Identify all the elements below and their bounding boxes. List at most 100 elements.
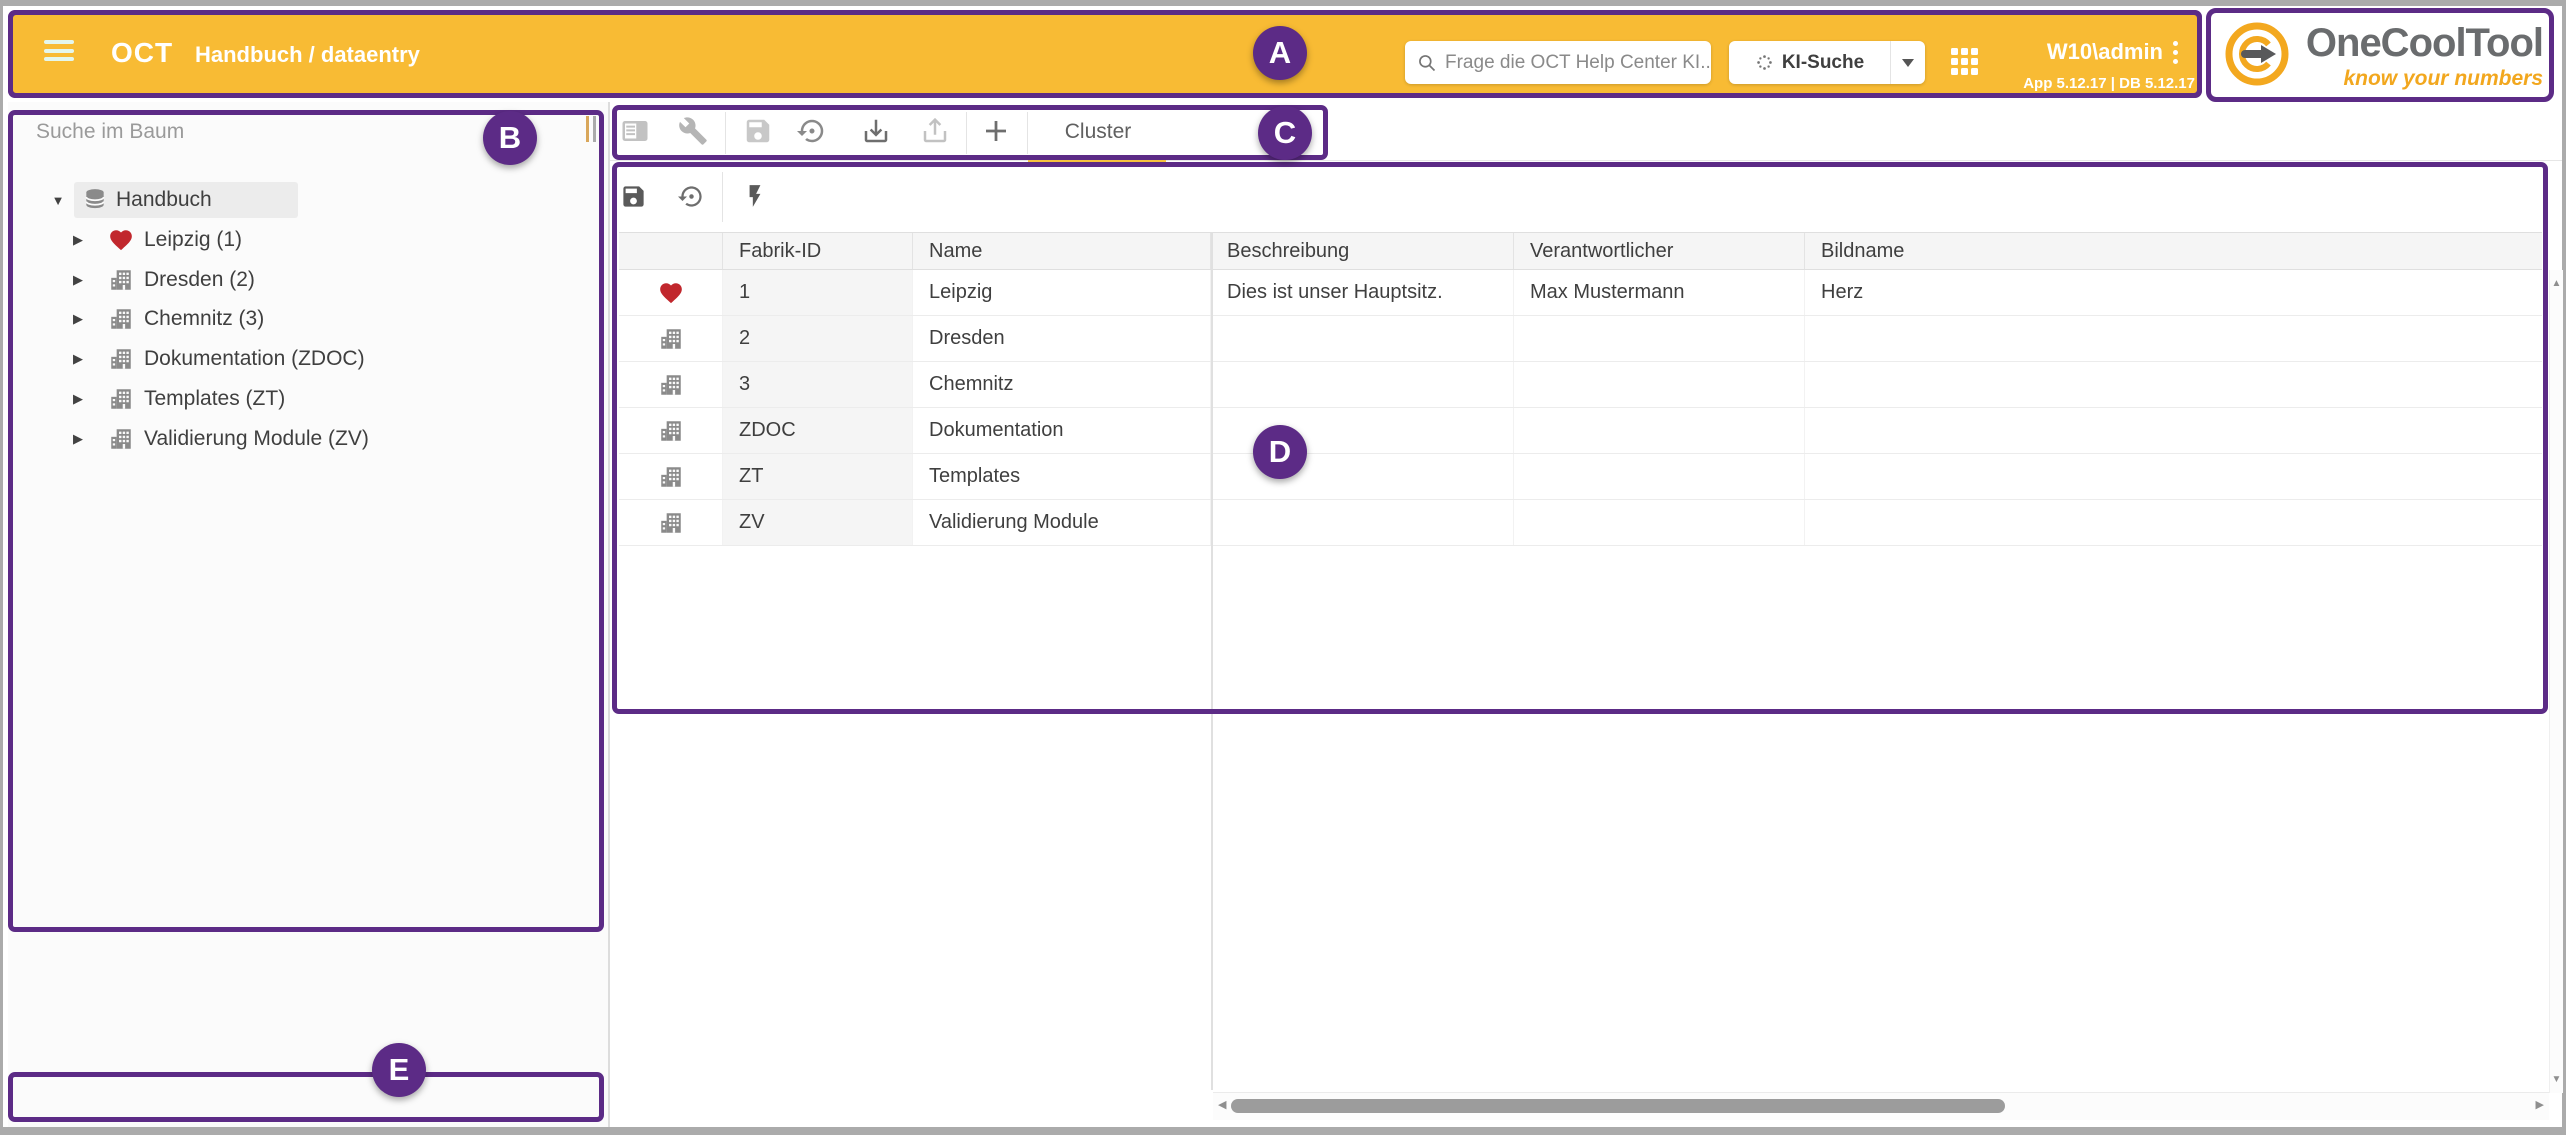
breadcrumb: Handbuch / dataentry <box>195 42 420 68</box>
toolbar-settings-button[interactable] <box>678 116 708 146</box>
main-toolbar <box>610 102 2562 160</box>
column-header[interactable]: Bildname <box>1805 233 2542 269</box>
splitter-drag-handle[interactable] <box>586 116 596 142</box>
toolbar-upload-button[interactable] <box>920 116 950 146</box>
column-header[interactable]: Fabrik-ID <box>723 233 913 269</box>
table-cell[interactable] <box>1211 362 1514 407</box>
table-cell[interactable]: ZDOC <box>723 408 913 453</box>
table-cell[interactable] <box>1514 316 1805 361</box>
logo-tagline: know your numbers <box>2295 67 2543 91</box>
add-icon <box>981 116 1011 146</box>
column-header[interactable]: Beschreibung <box>1211 233 1514 269</box>
tree-item[interactable]: ▶ Dresden (2) <box>8 260 608 300</box>
chevron-collapsed-icon[interactable]: ▶ <box>68 232 88 248</box>
table-row[interactable]: ZVValidierung Module <box>619 500 2542 546</box>
chevron-collapsed-icon[interactable]: ▶ <box>68 311 88 327</box>
row-type-icon-cell <box>619 316 723 361</box>
table-cell[interactable]: Max Mustermann <box>1514 270 1805 315</box>
column-header[interactable]: Verantwortlicher <box>1514 233 1805 269</box>
kebab-menu-icon <box>2173 41 2178 46</box>
table-cell[interactable] <box>1514 454 1805 499</box>
search-icon <box>1417 53 1437 73</box>
tab-cluster[interactable]: Cluster <box>1028 120 1168 144</box>
table-cell[interactable]: Herz <box>1805 270 2542 315</box>
table-cell[interactable]: ZV <box>723 500 913 545</box>
table-cell[interactable] <box>1805 454 2542 499</box>
tree-item[interactable]: ▶ Dokumentation (ZDOC) <box>8 339 608 379</box>
help-center-search-input[interactable]: Frage die OCT Help Center KI.. <box>1405 41 1711 84</box>
scroll-right-icon[interactable]: ▶ <box>2536 1098 2544 1111</box>
chevron-collapsed-icon[interactable]: ▶ <box>68 391 88 407</box>
table-cell[interactable]: Leipzig <box>913 270 1211 315</box>
user-menu-button[interactable] <box>2173 41 2178 64</box>
table-cell[interactable]: Dies ist unser Hauptsitz. <box>1211 270 1514 315</box>
table-cell[interactable]: Validierung Module <box>913 500 1211 545</box>
heart-icon <box>108 227 134 253</box>
tree-item-label: Templates (ZT) <box>144 387 285 411</box>
ki-suche-main[interactable]: KI-Suche <box>1729 52 1890 74</box>
add-tab-button[interactable] <box>981 116 1011 146</box>
toolbar-download-button[interactable] <box>861 116 891 146</box>
tree-item[interactable]: ▶ Templates (ZT) <box>8 379 608 419</box>
column-header[interactable] <box>619 233 723 269</box>
panel-list-button[interactable] <box>620 116 650 146</box>
table-cell[interactable] <box>1805 408 2542 453</box>
table-cell[interactable]: 2 <box>723 316 913 361</box>
table-cell[interactable] <box>1211 500 1514 545</box>
chevron-expanded-icon[interactable]: ▼ <box>48 193 68 208</box>
horizontal-scrollbar[interactable]: ◀ ▶ <box>1213 1092 2549 1120</box>
table-cell[interactable]: Templates <box>913 454 1211 499</box>
scrollbar-thumb[interactable] <box>1231 1099 2005 1113</box>
save-icon <box>620 183 647 210</box>
table-cell[interactable] <box>1514 408 1805 453</box>
ki-suche-label: KI-Suche <box>1782 52 1864 74</box>
table-cell[interactable]: Chemnitz <box>913 362 1211 407</box>
chevron-collapsed-icon[interactable]: ▶ <box>68 351 88 367</box>
table-cell[interactable]: Dresden <box>913 316 1211 361</box>
table-cell[interactable] <box>1211 316 1514 361</box>
table-row[interactable]: 2Dresden <box>619 316 2542 362</box>
table-cell[interactable]: Dokumentation <box>913 408 1211 453</box>
table-cell[interactable] <box>1805 362 2542 407</box>
table-cell[interactable]: 3 <box>723 362 913 407</box>
table-cell[interactable] <box>1805 316 2542 361</box>
vertical-scrollbar[interactable]: ▲ ▼ <box>2549 270 2563 1093</box>
version-info: App 5.12.17 | DB 5.12.17 <box>1893 75 2195 92</box>
chevron-collapsed-icon[interactable]: ▶ <box>68 431 88 447</box>
chevron-collapsed-icon[interactable]: ▶ <box>68 272 88 288</box>
factory-icon <box>658 372 684 398</box>
table-cell[interactable] <box>1514 362 1805 407</box>
application-window: OCT Handbuch / dataentry Frage die OCT H… <box>0 0 2566 1135</box>
table-cell[interactable]: 1 <box>723 270 913 315</box>
column-header[interactable]: Name <box>913 233 1211 269</box>
toolbar-separator <box>722 172 723 222</box>
tree-item-label: Handbuch <box>116 188 212 212</box>
scroll-down-icon[interactable]: ▼ <box>2550 1074 2563 1085</box>
annotation-callout-c: C <box>1258 106 1312 160</box>
table-row[interactable]: ZTTemplates <box>619 454 2542 500</box>
tree-item[interactable]: ▼ Handbuch <box>8 180 608 220</box>
tree-item[interactable]: ▶ Leipzig (1) <box>8 220 608 260</box>
grid-restore-button[interactable] <box>678 183 705 210</box>
row-type-icon-cell <box>619 408 723 453</box>
tree-item[interactable]: ▶ Validierung Module (ZV) <box>8 419 608 459</box>
scroll-up-icon[interactable]: ▲ <box>2550 278 2563 289</box>
table-cell[interactable] <box>1805 500 2542 545</box>
sidebar-splitter[interactable] <box>608 102 610 1127</box>
scroll-left-icon[interactable]: ◀ <box>1218 1098 1226 1111</box>
table-row[interactable]: 3Chemnitz <box>619 362 2542 408</box>
table-cell[interactable] <box>1514 500 1805 545</box>
grid-save-button[interactable] <box>620 183 647 210</box>
tree-search-input[interactable]: Suche im Baum <box>36 120 184 144</box>
table-row[interactable]: ZDOCDokumentation <box>619 408 2542 454</box>
kebab-menu-icon <box>2173 50 2178 55</box>
user-account-label[interactable]: W10\admin <box>1913 39 2163 65</box>
heart-icon <box>658 280 684 306</box>
tree-item[interactable]: ▶ Chemnitz (3) <box>8 299 608 339</box>
table-cell[interactable]: ZT <box>723 454 913 499</box>
grid-actions-button[interactable] <box>742 183 768 209</box>
active-tab-indicator <box>1028 159 1166 164</box>
table-row[interactable]: 1LeipzigDies ist unser Hauptsitz.Max Mus… <box>619 270 2542 316</box>
toolbar-save-button[interactable] <box>743 116 773 146</box>
toolbar-restore-button[interactable] <box>797 116 827 146</box>
